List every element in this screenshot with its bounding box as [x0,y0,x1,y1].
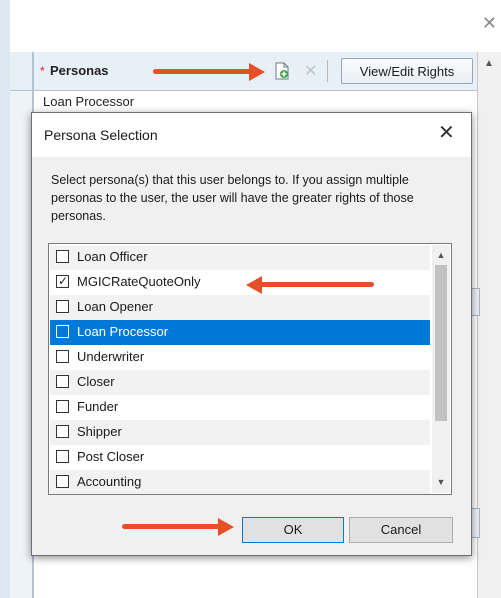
persona-checkbox[interactable] [56,325,69,338]
ok-button[interactable]: OK [242,517,344,543]
persona-label: Funder [77,399,119,414]
persona-checkbox[interactable] [56,400,69,413]
cancel-button[interactable]: Cancel [349,517,453,543]
toolbar-separator [327,60,328,82]
persona-label: Underwriter [77,349,145,364]
persona-item[interactable]: Post Closer [50,445,430,470]
required-marker: * [40,64,45,78]
persona-checkbox[interactable] [56,475,69,488]
persona-label: MGICRateQuoteOnly [77,274,201,289]
persona-item[interactable]: Loan Opener [50,295,430,320]
persona-item[interactable]: Loan Officer [50,245,430,270]
personas-title: Personas [50,63,109,78]
dialog-title: Persona Selection [44,127,158,143]
persona-item[interactable]: Underwriter [50,345,430,370]
dialog-titlebar: Persona Selection ✕ [32,113,471,157]
persona-label: Loan Officer [77,249,148,264]
persona-list-item[interactable]: Loan Processor [43,94,134,109]
persona-label: Post Closer [77,449,145,464]
persona-checkbox[interactable] [56,450,69,463]
persona-item[interactable]: Accounting [50,470,430,494]
persona-label: Loan Processor [77,324,169,339]
persona-selection-dialog: Persona Selection ✕ Select persona(s) th… [31,112,472,556]
scroll-down-icon[interactable]: ▼ [432,473,450,491]
persona-item[interactable]: Funder [50,395,430,420]
persona-item[interactable]: Shipper [50,420,430,445]
left-pane-header [10,52,32,91]
scroll-thumb[interactable] [435,265,447,421]
persona-checkbox[interactable]: ✓ [56,274,69,288]
panel-scrollbar[interactable]: ▲ [477,52,501,598]
dialog-close-icon[interactable]: ✕ [438,123,455,143]
persona-label: Loan Opener [77,299,153,314]
add-persona-icon[interactable] [274,62,290,80]
left-pane [10,52,33,598]
persona-label: Closer [77,374,115,389]
persona-label: Accounting [77,474,142,489]
persona-checkbox[interactable] [56,350,69,363]
persona-checkbox[interactable] [56,375,69,388]
window-close-icon[interactable]: ✕ [482,14,497,32]
annotation-arrow [246,276,376,294]
scroll-up-icon[interactable]: ▲ [484,58,494,69]
annotation-arrow [153,63,265,81]
annotation-arrow [122,518,234,536]
persona-checkbox[interactable] [56,300,69,313]
persona-checkbox[interactable] [56,250,69,263]
persona-label: Shipper [77,424,122,439]
dialog-instructions: Select persona(s) that this user belongs… [51,173,414,223]
delete-persona-icon[interactable]: ✕ [304,64,317,80]
list-scrollbar[interactable]: ▲ ▼ [432,245,450,493]
checkmark-icon: ✓ [58,274,69,288]
persona-checkbox[interactable] [56,425,69,438]
persona-item[interactable]: Closer [50,370,430,395]
scroll-up-icon[interactable]: ▲ [432,245,450,263]
view-edit-rights-button[interactable]: View/Edit Rights [341,58,473,84]
persona-item-selected[interactable]: Loan Processor [50,320,430,345]
